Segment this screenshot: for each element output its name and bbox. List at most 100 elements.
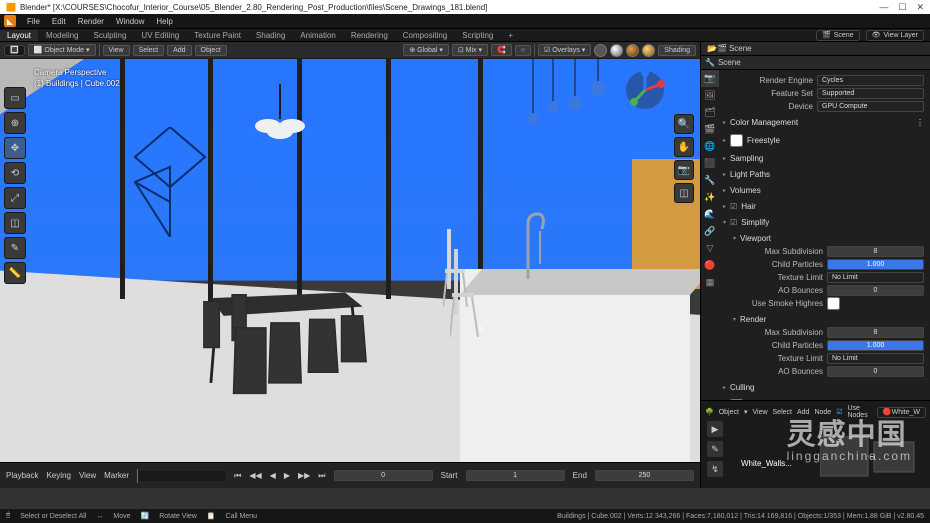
workspace-texpaint[interactable]: Texture Paint xyxy=(187,30,248,41)
vp-ao[interactable]: 0 xyxy=(827,285,924,296)
3d-viewport[interactable]: Camera Perspective (1) Buildings | Cube.… xyxy=(0,59,700,462)
shader-object-menu[interactable]: Object xyxy=(719,409,739,416)
shading-matcap[interactable] xyxy=(610,44,623,57)
freestyle-check[interactable] xyxy=(730,134,743,147)
workspace-add[interactable]: + xyxy=(501,30,520,41)
select-menu[interactable]: Select xyxy=(133,45,164,56)
panel-color-mgmt[interactable]: ▸Color Management⋮ xyxy=(723,116,924,129)
tab-scene[interactable]: 🎬 xyxy=(701,121,719,138)
shader-node[interactable]: Node xyxy=(814,409,831,416)
panel-hair[interactable]: ▸☑Hair xyxy=(723,200,924,213)
tab-output[interactable]: 🖼 xyxy=(701,87,719,104)
workspace-animation[interactable]: Animation xyxy=(293,30,343,41)
rd-ao[interactable]: 0 xyxy=(827,366,924,377)
tool-scale[interactable]: ⤢ xyxy=(4,187,26,209)
tl-jump-end[interactable]: ⏭ xyxy=(318,471,325,481)
nav-camera[interactable]: 📷 xyxy=(674,160,694,180)
panel-volumes[interactable]: ▸Volumes xyxy=(723,184,924,197)
scene-selector[interactable]: 🎬 Scene xyxy=(816,30,860,41)
object-menu[interactable]: Object xyxy=(195,45,227,56)
tab-world[interactable]: 🌐 xyxy=(701,138,719,155)
workspace-sculpting[interactable]: Sculpting xyxy=(87,30,134,41)
panel-culling[interactable]: ▸Culling xyxy=(723,381,924,394)
menu-render[interactable]: Render xyxy=(73,16,109,27)
rd-childpart[interactable]: 1.000 xyxy=(827,340,924,351)
shader-type[interactable]: 🌳 xyxy=(705,408,714,416)
panel-lightpaths[interactable]: ▸Light Paths xyxy=(723,168,924,181)
tab-material[interactable]: 🔴 xyxy=(701,257,719,274)
nav-persp[interactable]: ◫ xyxy=(674,183,694,203)
tab-mesh[interactable]: ▽ xyxy=(701,240,719,257)
shading-dropdown[interactable]: Shading xyxy=(658,45,696,56)
editor-type[interactable]: 🔳 xyxy=(4,45,25,56)
tab-object[interactable]: ⬛ xyxy=(701,155,719,172)
node-select[interactable]: ▶ xyxy=(707,421,723,437)
props-type[interactable]: 🔧 xyxy=(705,58,715,67)
use-nodes[interactable]: Use Nodes xyxy=(847,405,871,419)
viewlayer-selector[interactable]: 👁 View Layer xyxy=(866,30,924,41)
shader-add[interactable]: Add xyxy=(797,409,809,416)
panel-simplify-render[interactable]: ▾Render xyxy=(733,313,924,326)
tool-measure[interactable]: 📏 xyxy=(4,262,26,284)
panel-sampling[interactable]: ▸Sampling xyxy=(723,152,924,165)
tl-current[interactable]: 0 xyxy=(334,470,433,481)
outliner-scene[interactable]: Scene xyxy=(729,44,752,53)
tool-rotate[interactable]: ⟲ xyxy=(4,162,26,184)
tool-move[interactable]: ✥ xyxy=(4,137,26,159)
vp-maxsub[interactable]: 8 xyxy=(827,246,924,257)
maximize-button[interactable]: ☐ xyxy=(898,2,906,13)
panel-simplify[interactable]: ▾☑Simplify xyxy=(723,216,924,229)
props-breadcrumb[interactable]: Scene xyxy=(718,58,741,67)
tl-marker[interactable]: Marker xyxy=(104,471,129,480)
menu-edit[interactable]: Edit xyxy=(47,16,71,27)
blender-icon[interactable]: ◣ xyxy=(4,15,16,27)
rd-texlim[interactable]: No Limit xyxy=(827,353,924,364)
timeline-track[interactable] xyxy=(137,471,226,481)
mode-dropdown[interactable]: ⬜ Object Mode ▾ xyxy=(28,44,96,56)
node-annotate[interactable]: ✎ xyxy=(707,441,723,457)
nav-pan[interactable]: ✋ xyxy=(674,137,694,157)
shading-render[interactable] xyxy=(642,44,655,57)
tab-constraint[interactable]: 🔗 xyxy=(701,223,719,240)
tl-end[interactable]: 250 xyxy=(595,470,694,481)
shading-lookdev[interactable] xyxy=(626,44,639,57)
tab-texture[interactable]: ▦ xyxy=(701,274,719,291)
tl-view[interactable]: View xyxy=(79,471,96,480)
tab-particle[interactable]: ✨ xyxy=(701,189,719,206)
workspace-scripting[interactable]: Scripting xyxy=(455,30,500,41)
nav-gizmo[interactable] xyxy=(624,69,666,111)
menu-help[interactable]: Help xyxy=(151,16,177,27)
tl-playback[interactable]: Playback xyxy=(6,471,38,480)
tl-next-key[interactable]: ▶▶ xyxy=(298,471,310,480)
panel-freestyle[interactable]: ▸Freestyle xyxy=(723,132,924,149)
pivot-dropdown[interactable]: ⊡ Mix ▾ xyxy=(452,44,488,56)
shader-view[interactable]: View xyxy=(752,409,767,416)
overlays-toggle[interactable]: ☑ Overlays ▾ xyxy=(538,44,591,56)
workspace-rendering[interactable]: Rendering xyxy=(344,30,395,41)
add-menu[interactable]: Add xyxy=(167,45,191,56)
close-button[interactable]: ✕ xyxy=(916,2,924,13)
featureset-dropdown[interactable]: Supported xyxy=(817,88,924,99)
workspace-compositing[interactable]: Compositing xyxy=(396,30,454,41)
rd-maxsub[interactable]: 8 xyxy=(827,327,924,338)
vp-smoke-check[interactable] xyxy=(827,297,840,310)
tl-keying[interactable]: Keying xyxy=(46,471,70,480)
tool-cursor[interactable]: ⊕ xyxy=(4,112,26,134)
snap-toggle[interactable]: 🧲 xyxy=(491,44,512,56)
tl-play[interactable]: ▶ xyxy=(284,471,290,480)
node-links[interactable]: ↯ xyxy=(707,461,723,477)
nav-zoom[interactable]: 🔍 xyxy=(674,114,694,134)
workspace-layout[interactable]: Layout xyxy=(0,30,38,41)
panel-simplify-viewport[interactable]: ▾Viewport xyxy=(733,232,924,245)
material-slot[interactable]: 🔴 White_W xyxy=(877,407,926,418)
tl-play-rev[interactable]: ◀ xyxy=(270,471,276,480)
tool-annotate[interactable]: ✎ xyxy=(4,237,26,259)
proportional-toggle[interactable]: ○ xyxy=(515,45,531,56)
vp-texlim[interactable]: No Limit xyxy=(827,272,924,283)
view-menu[interactable]: View xyxy=(103,45,130,56)
tl-prev-key[interactable]: ◀◀ xyxy=(249,471,261,480)
outliner-type[interactable]: 📂 xyxy=(707,44,717,53)
tab-modifier[interactable]: 🔧 xyxy=(701,172,719,189)
tool-transform[interactable]: ◫ xyxy=(4,212,26,234)
device-dropdown[interactable]: GPU Compute xyxy=(817,101,924,112)
